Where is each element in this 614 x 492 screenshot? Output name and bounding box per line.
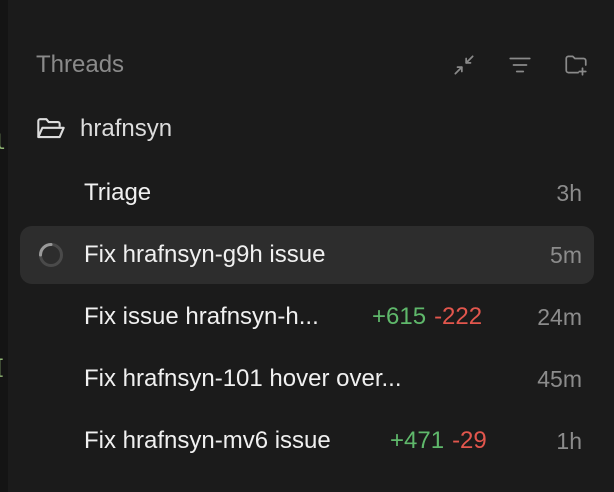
diff-stats: +615 -222 [372, 303, 482, 331]
additions-count: +471 [390, 427, 445, 454]
filter-icon[interactable] [502, 47, 538, 83]
new-folder-icon[interactable] [558, 47, 594, 83]
diff-stats: +471 -29 [390, 427, 487, 455]
threads-header: Threads [36, 40, 594, 90]
deletions-count: -222 [434, 303, 483, 330]
project-name: hrafnsyn [80, 115, 173, 142]
thread-list: Triage 3h Fix hrafnsyn-g9h issue 5m Fix … [20, 164, 594, 474]
thread-title: Fix hrafnsyn-mv6 issue [84, 427, 331, 454]
loading-spinner-icon [38, 242, 64, 268]
thread-row[interactable]: Fix issue hrafnsyn-h... +615 -222 24m [20, 288, 594, 346]
additions-count: +615 [372, 303, 427, 330]
thread-title: Fix issue hrafnsyn-h... [84, 303, 319, 330]
deletions-count: -29 [452, 427, 487, 454]
thread-time: 5m [550, 241, 582, 268]
thread-row[interactable]: Fix hrafnsyn-101 hover over... 45m [20, 350, 594, 408]
thread-title: Triage [84, 179, 152, 206]
editor-edge: l [ [0, 0, 8, 492]
thread-time: 45m [537, 365, 582, 392]
thread-time: 3h [556, 179, 582, 206]
thread-time: 24m [537, 303, 582, 330]
thread-row[interactable]: Fix hrafnsyn-mv6 issue +471 -29 1h [20, 412, 594, 470]
thread-row-active[interactable]: Fix hrafnsyn-g9h issue 5m [20, 226, 594, 284]
threads-title: Threads [36, 51, 125, 78]
editor-edge-text: l [0, 130, 7, 154]
threads-panel: Threads hrafnsyn Triage 3h Fix hrafnsyn-… [8, 0, 614, 492]
thread-title: Fix hrafnsyn-101 hover over... [84, 365, 402, 392]
thread-time: 1h [556, 427, 582, 454]
project-item[interactable]: hrafnsyn [36, 108, 172, 150]
collapse-icon[interactable] [446, 47, 482, 83]
editor-edge-text: [ [0, 355, 6, 379]
thread-row[interactable]: Triage 3h [20, 164, 594, 222]
thread-title: Fix hrafnsyn-g9h issue [84, 241, 326, 268]
folder-open-icon [37, 118, 65, 139]
